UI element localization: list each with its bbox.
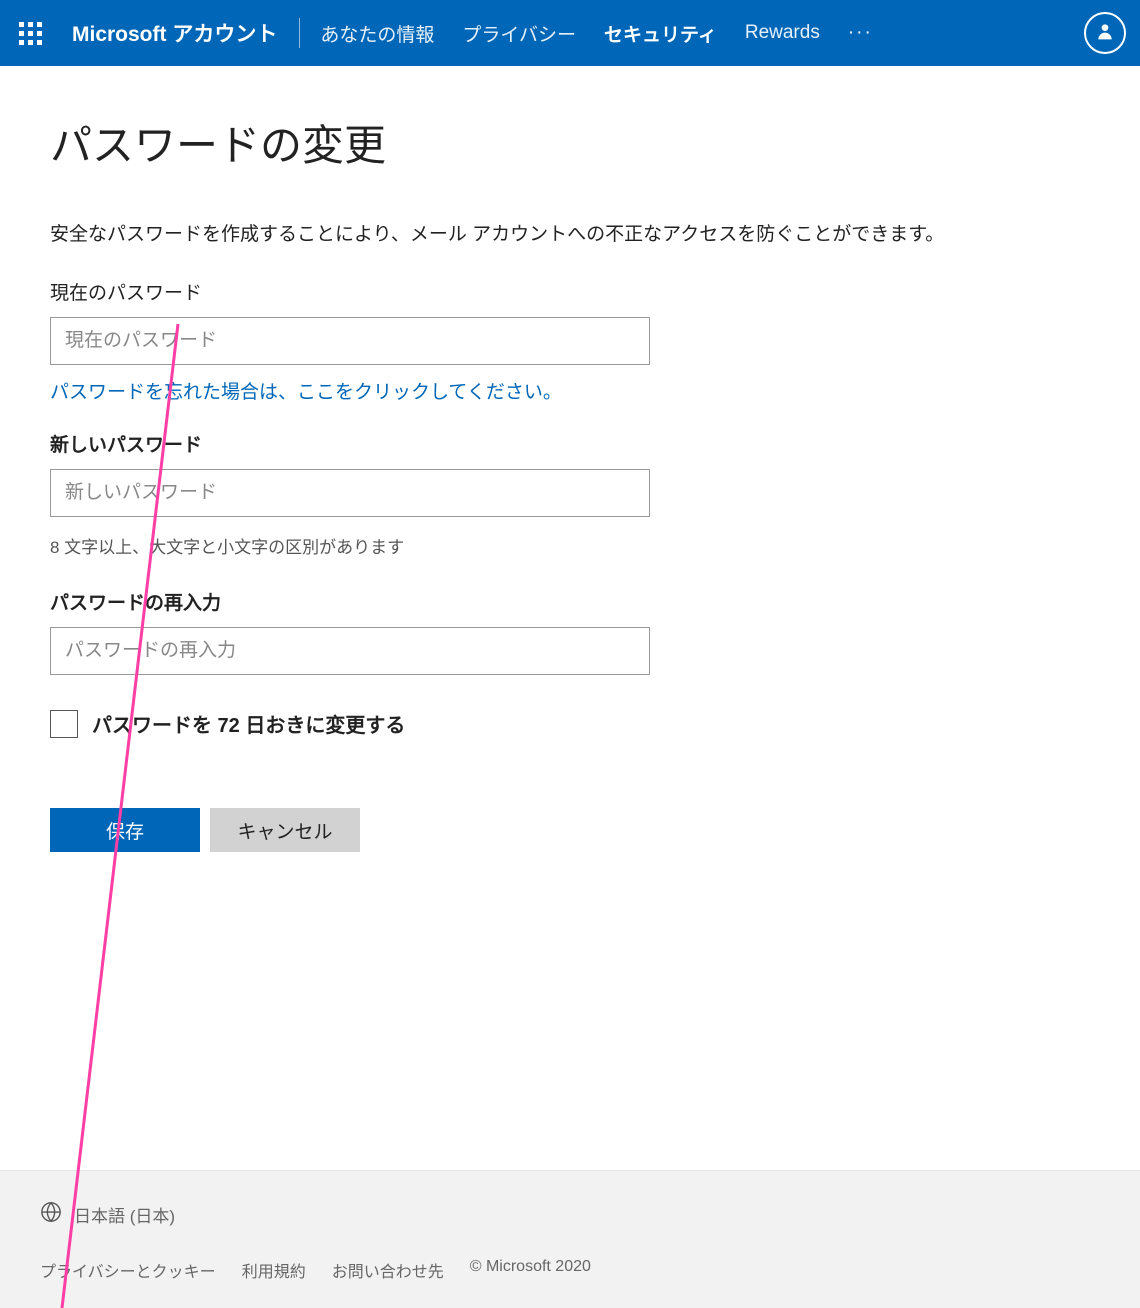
confirm-password-label: パスワードの再入力 xyxy=(50,588,1090,615)
waffle-icon xyxy=(19,22,42,45)
page-subtitle: 安全なパスワードを作成することにより、メール アカウントへの不正なアクセスを防ぐ… xyxy=(50,219,1090,246)
locale-selector[interactable]: 日本語 (日本) xyxy=(40,1201,1100,1228)
main-content: パスワードの変更 安全なパスワードを作成することにより、メール アカウントへの不… xyxy=(0,66,1140,852)
save-button[interactable]: 保存 xyxy=(50,808,200,852)
nav-rewards[interactable]: Rewards xyxy=(731,22,834,44)
rotate-password-row: パスワードを 72 日おきに変更する xyxy=(50,709,1090,738)
nav-privacy[interactable]: プライバシー xyxy=(448,20,590,47)
confirm-password-group: パスワードの再入力 xyxy=(50,588,1090,675)
forgot-password-link[interactable]: パスワードを忘れた場合は、ここをクリックしてください。 xyxy=(50,377,562,404)
cancel-button[interactable]: キャンセル xyxy=(210,808,360,852)
top-nav: あなたの情報 プライバシー セキュリティ Rewards ··· xyxy=(306,20,1070,47)
footer-copyright: © Microsoft 2020 xyxy=(470,1258,591,1282)
nav-more-button[interactable]: ··· xyxy=(834,22,887,44)
app-launcher-button[interactable] xyxy=(0,0,60,66)
current-password-label: 現在のパスワード xyxy=(50,278,1090,305)
new-password-group: 新しいパスワード 8 文字以上、大文字と小文字の区別があります xyxy=(50,430,1090,558)
rotate-password-checkbox[interactable] xyxy=(50,710,78,738)
header-separator xyxy=(299,18,300,48)
footer-links: プライバシーとクッキー 利用規約 お問い合わせ先 © Microsoft 202… xyxy=(40,1258,1100,1282)
header: Microsoft アカウント あなたの情報 プライバシー セキュリティ Rew… xyxy=(0,0,1140,66)
current-password-group: 現在のパスワード パスワードを忘れた場合は、ここをクリックしてください。 xyxy=(50,278,1090,404)
nav-security[interactable]: セキュリティ xyxy=(590,20,731,47)
locale-text: 日本語 (日本) xyxy=(74,1202,175,1227)
new-password-hint: 8 文字以上、大文字と小文字の区別があります xyxy=(50,533,1090,558)
globe-icon xyxy=(40,1201,62,1228)
new-password-input[interactable] xyxy=(50,469,650,517)
footer-contact-link[interactable]: お問い合わせ先 xyxy=(332,1258,444,1282)
confirm-password-input[interactable] xyxy=(50,627,650,675)
brand-title[interactable]: Microsoft アカウント xyxy=(60,18,299,48)
rotate-password-label: パスワードを 72 日おきに変更する xyxy=(92,709,405,738)
current-password-input[interactable] xyxy=(50,317,650,365)
form-button-row: 保存 キャンセル xyxy=(50,808,1090,852)
person-icon xyxy=(1095,20,1115,47)
nav-your-info[interactable]: あなたの情報 xyxy=(306,20,448,47)
page-title: パスワードの変更 xyxy=(50,112,1090,173)
footer: 日本語 (日本) プライバシーとクッキー 利用規約 お問い合わせ先 © Micr… xyxy=(0,1170,1140,1308)
account-avatar-button[interactable] xyxy=(1084,12,1126,54)
new-password-label: 新しいパスワード xyxy=(50,430,1090,457)
footer-terms-link[interactable]: 利用規約 xyxy=(242,1258,306,1282)
footer-privacy-link[interactable]: プライバシーとクッキー xyxy=(40,1258,216,1282)
